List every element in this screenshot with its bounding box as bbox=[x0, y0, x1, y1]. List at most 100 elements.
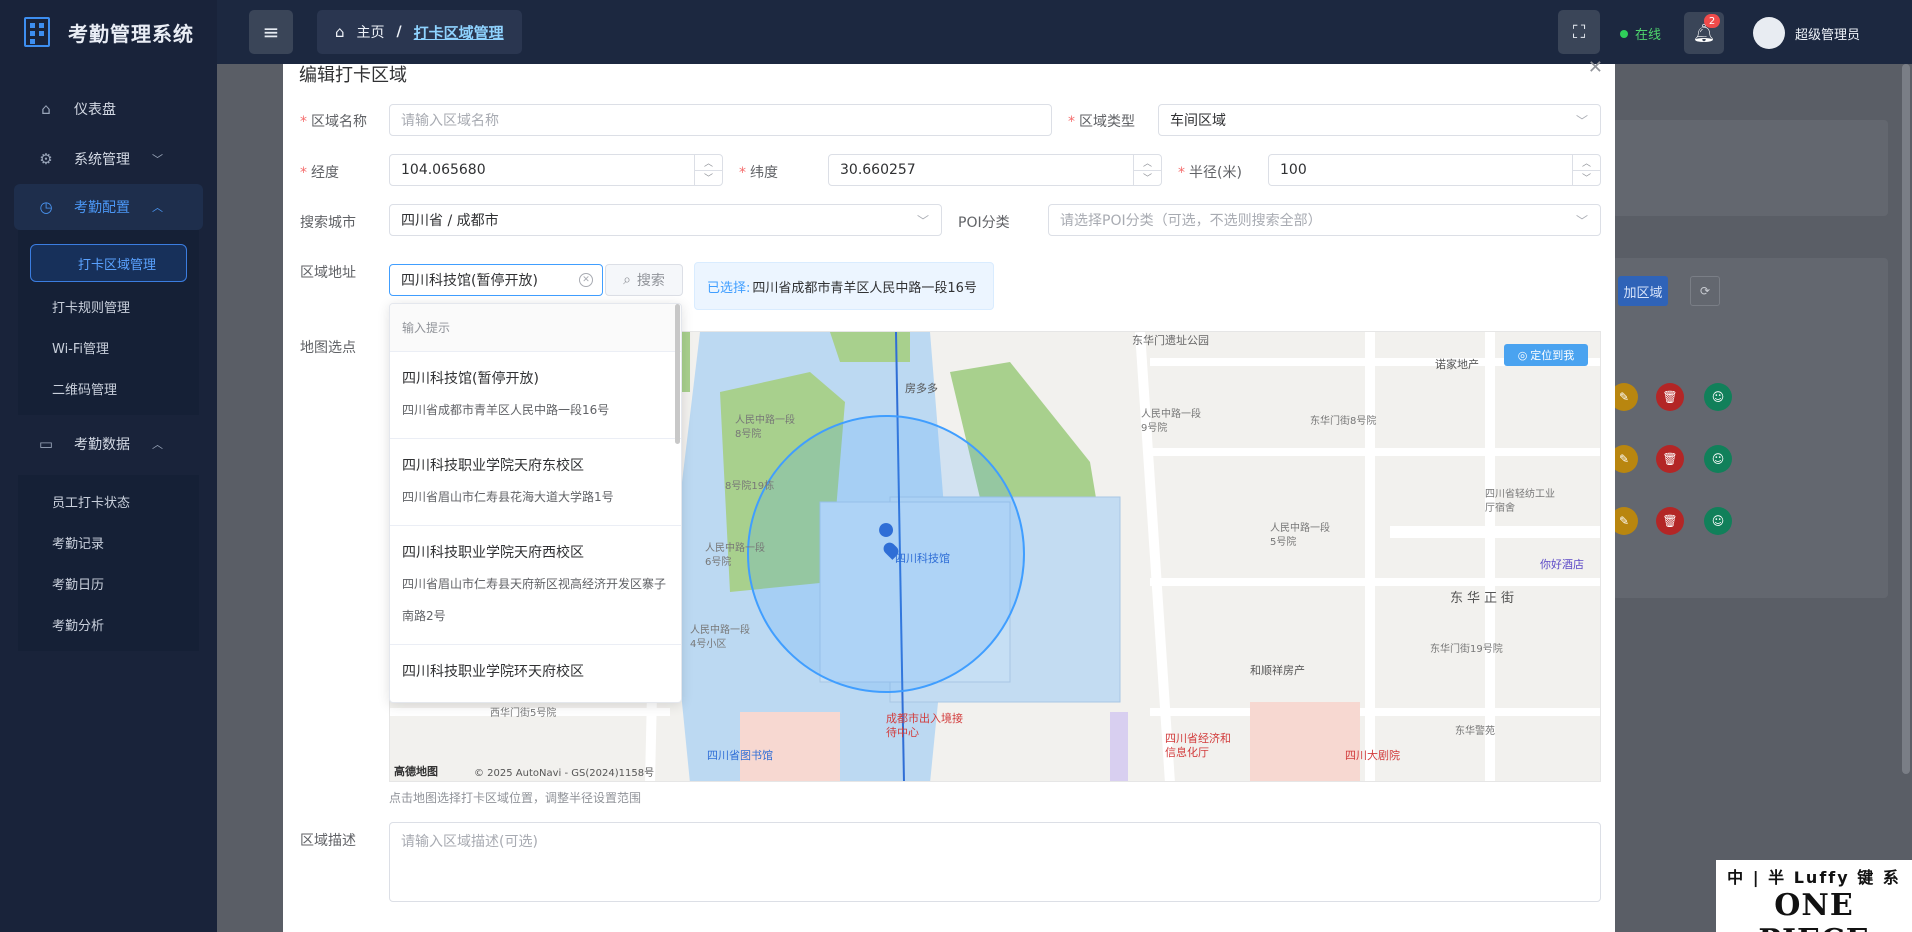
user-icon[interactable]: ☺ bbox=[1704, 383, 1732, 411]
city-cascader[interactable]: 四川省 / 成都市 ﹀ bbox=[389, 204, 942, 236]
radius-input[interactable]: 100 ︿ ﹀ bbox=[1268, 154, 1601, 186]
chevron-up-icon: ︿ bbox=[152, 438, 163, 451]
chevron-down-icon: ﹀ bbox=[1575, 214, 1588, 228]
increase-icon[interactable]: ︿ bbox=[1134, 155, 1161, 171]
suggestions-scrollbar[interactable] bbox=[675, 304, 680, 444]
avatar bbox=[1753, 17, 1785, 49]
app-title: 考勤管理系统 bbox=[68, 21, 194, 46]
latitude-label-text: 纬度 bbox=[750, 165, 778, 181]
monitor-icon: ▭ bbox=[38, 435, 54, 453]
required-mark: * bbox=[1068, 114, 1075, 130]
required-mark: * bbox=[1178, 165, 1185, 181]
suggestion-item[interactable]: 四川科技职业学院天府东校区 四川省眉山市仁寿县花海大道大学路1号 bbox=[390, 439, 681, 526]
latitude-input[interactable]: 30.660257 ︿ ﹀ bbox=[828, 154, 1162, 186]
map-poi-label: 人民中路一段4号小区 bbox=[690, 625, 750, 650]
notifications-button[interactable]: 🔔︎ 2 bbox=[1684, 12, 1724, 54]
locate-icon: ◎ bbox=[1517, 348, 1528, 362]
suggestion-address: 四川省成都市青羊区人民中路一段16号 bbox=[402, 403, 610, 417]
area-name-label-text: 区域名称 bbox=[311, 114, 367, 130]
sidebar-item-area-management[interactable]: 打卡区域管理 bbox=[30, 244, 187, 282]
map-poi-label: 人民中路一段6号院 bbox=[705, 543, 765, 568]
user-menu[interactable]: 超级管理员 bbox=[1753, 17, 1860, 49]
radius-label-text: 半径(米) bbox=[1189, 165, 1242, 181]
close-icon[interactable]: ✕ bbox=[1588, 57, 1603, 78]
map-poi-label: 人民中路一段5号院 bbox=[1270, 523, 1330, 548]
search-button-label: 搜索 bbox=[636, 273, 665, 289]
suggestion-item[interactable]: 四川科技馆(暂停开放) 四川省成都市青羊区人民中路一段16号 bbox=[390, 352, 681, 439]
decrease-icon[interactable]: ﹀ bbox=[1573, 171, 1600, 186]
fullscreen-button[interactable]: ⛶ bbox=[1558, 10, 1600, 54]
sidebar-item-rule-management[interactable]: 打卡规则管理 bbox=[0, 286, 217, 327]
address-search-input[interactable]: 四川科技馆(暂停开放) ✕ bbox=[389, 264, 603, 296]
city-value: 四川省 / 成都市 bbox=[401, 213, 499, 229]
chevron-down-icon: ﹀ bbox=[1575, 114, 1588, 128]
clear-icon[interactable]: ✕ bbox=[579, 273, 593, 287]
sidebar-item-wifi-management[interactable]: Wi-Fi管理 bbox=[0, 327, 217, 368]
refresh-icon: ⟳ bbox=[1699, 284, 1711, 298]
watermark-line1: 中 | 半 Luffy 键 系 bbox=[1727, 868, 1901, 887]
sidebar-item-label: 考勤配置 bbox=[74, 200, 130, 216]
suggestion-item[interactable]: 四川科技职业学院环天府校区 bbox=[390, 645, 681, 702]
suggestion-name: 四川科技职业学院天府西校区 bbox=[402, 545, 584, 561]
marker-label: 四川科技馆 bbox=[895, 552, 950, 565]
sidebar-item-employee-status[interactable]: 员工打卡状态 bbox=[0, 481, 217, 522]
sidebar-item-qrcode-management[interactable]: 二维码管理 bbox=[0, 368, 217, 409]
delete-icon[interactable]: 🗑︎ bbox=[1656, 507, 1684, 535]
area-type-value: 车间区域 bbox=[1170, 113, 1226, 129]
poi-select[interactable]: 请选择POI分类（可选，不选则搜索全部） ﹀ bbox=[1048, 204, 1601, 236]
longitude-stepper[interactable]: ︿ ﹀ bbox=[694, 155, 722, 185]
decrease-icon[interactable]: ﹀ bbox=[695, 171, 722, 186]
map-poi-label: 东华门街19号院 bbox=[1430, 644, 1503, 655]
required-mark: * bbox=[739, 165, 746, 181]
area-name-input[interactable]: 请输入区域名称 bbox=[389, 104, 1052, 136]
address-suggestions-dropdown: 输入提示 四川科技馆(暂停开放) 四川省成都市青羊区人民中路一段16号 四川科技… bbox=[389, 303, 682, 703]
delete-icon[interactable]: 🗑︎ bbox=[1656, 383, 1684, 411]
locate-me-button[interactable]: ◎ 定位到我 bbox=[1504, 344, 1588, 366]
selected-address-box: 已选择: 四川省成都市青羊区人民中路一段16号 bbox=[694, 262, 994, 310]
map-poi-label: 诺家地产 bbox=[1435, 358, 1479, 371]
sidebar-item-dashboard[interactable]: ⌂ 仪表盘 bbox=[0, 84, 217, 134]
sidebar-item-analysis[interactable]: 考勤分析 bbox=[0, 604, 217, 645]
menu-toggle-button[interactable]: ≡ bbox=[249, 10, 293, 54]
latitude-stepper[interactable]: ︿ ﹀ bbox=[1133, 155, 1161, 185]
map-poi-label: 和顺祥房产 bbox=[1250, 664, 1305, 677]
map-poi-label: 西华门街5号院 bbox=[490, 708, 557, 719]
address-label: 区域地址 bbox=[300, 265, 356, 281]
selected-address: 四川省成都市青羊区人民中路一段16号 bbox=[752, 280, 977, 296]
suggestion-name: 四川科技馆(暂停开放) bbox=[402, 371, 539, 387]
add-area-button[interactable]: 加区域 bbox=[1618, 276, 1668, 306]
search-button[interactable]: ⌕ 搜索 bbox=[605, 264, 683, 296]
sidebar-item-attendance-data[interactable]: ▭ 考勤数据 ︿ bbox=[0, 419, 217, 469]
delete-icon[interactable]: 🗑︎ bbox=[1656, 445, 1684, 473]
brand: 考勤管理系统 bbox=[0, 0, 217, 64]
map-poi-label: 8号院19栋 bbox=[725, 481, 775, 492]
area-type-select[interactable]: 车间区域 ﹀ bbox=[1158, 104, 1601, 136]
map-poi-label: 四川省经济和信息化厅 bbox=[1165, 732, 1231, 759]
required-mark: * bbox=[300, 165, 307, 181]
refresh-button[interactable]: ⟳ bbox=[1690, 276, 1720, 306]
map-poi-label: 四川大剧院 bbox=[1345, 749, 1400, 762]
user-icon[interactable]: ☺ bbox=[1704, 445, 1732, 473]
sidebar-item-system[interactable]: ⚙ 系统管理 ﹀ bbox=[0, 134, 217, 184]
hamburger-icon: ≡ bbox=[262, 20, 280, 44]
increase-icon[interactable]: ︿ bbox=[1573, 155, 1600, 171]
longitude-input[interactable]: 104.065680 ︿ ﹀ bbox=[389, 154, 723, 186]
map-poi-label: 东华门遗址公园 bbox=[1132, 334, 1209, 347]
decrease-icon[interactable]: ﹀ bbox=[1134, 171, 1161, 186]
suggestion-address: 四川省眉山市仁寿县天府新区视高经济开发区寨子南路2号 bbox=[402, 577, 667, 623]
online-status-text: 在线 bbox=[1635, 28, 1662, 43]
sidebar-item-calendar[interactable]: 考勤日历 bbox=[0, 563, 217, 604]
status-dot-icon bbox=[1620, 29, 1628, 38]
selected-prefix: 已选择: bbox=[707, 280, 751, 296]
increase-icon[interactable]: ︿ bbox=[695, 155, 722, 171]
suggestion-item[interactable]: 四川科技职业学院天府西校区 四川省眉山市仁寿县天府新区视高经济开发区寨子南路2号 bbox=[390, 526, 681, 645]
sidebar-item-attendance-config[interactable]: ◷ 考勤配置 ︿ bbox=[14, 184, 203, 230]
map-poi-label: 房多多 bbox=[905, 382, 938, 395]
user-icon[interactable]: ☺ bbox=[1704, 507, 1732, 535]
breadcrumb-home[interactable]: 主页 bbox=[357, 22, 385, 42]
submenu-config: 打卡区域管理 打卡规则管理 Wi-Fi管理 二维码管理 bbox=[18, 230, 199, 415]
radius-stepper[interactable]: ︿ ﹀ bbox=[1572, 155, 1600, 185]
sidebar-item-records[interactable]: 考勤记录 bbox=[0, 522, 217, 563]
description-textarea[interactable]: 请输入区域描述(可选) bbox=[389, 822, 1601, 902]
page-scrollbar[interactable] bbox=[1902, 64, 1910, 774]
